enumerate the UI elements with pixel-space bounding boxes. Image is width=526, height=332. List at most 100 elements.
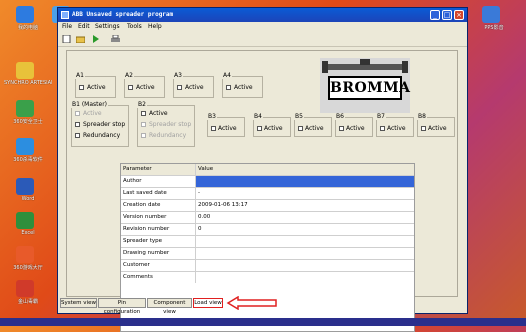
new-file-icon[interactable]	[62, 35, 71, 43]
menu-edit[interactable]: Edit	[78, 23, 90, 30]
app-icon	[16, 62, 34, 79]
desktop-icon[interactable]: 360游戏大厅	[4, 246, 52, 274]
checkbox-b8-active[interactable]	[421, 126, 426, 131]
group-label: B7	[376, 113, 386, 120]
parameter-name: Revision number	[121, 224, 196, 235]
menu-file[interactable]: File	[62, 23, 72, 30]
checkbox-b5-active[interactable]	[298, 126, 303, 131]
parameter-value[interactable]	[196, 272, 414, 283]
logo-wordmark: BROMMA	[328, 76, 410, 100]
checkbox-b1-spreader-stop[interactable]	[75, 122, 80, 127]
desktop-icon[interactable]: 360杀毒软件	[4, 138, 52, 166]
checkbox-label: Active	[185, 84, 204, 91]
tab-pin-configuration[interactable]: Pin configuration	[98, 298, 146, 315]
checkbox-label: Redundancy	[83, 132, 121, 139]
checkbox-a3-active[interactable]	[177, 85, 182, 90]
group-label: B6	[335, 113, 345, 120]
parameter-value[interactable]: 0	[196, 224, 414, 235]
checkbox-b1-redundancy[interactable]	[75, 133, 80, 138]
annotation-arrow-icon	[226, 296, 277, 310]
open-folder-icon[interactable]	[76, 35, 85, 43]
desktop-icon[interactable]: SYNCHRO ARTESIANO	[4, 62, 52, 90]
parameter-name: Spreader type	[121, 236, 196, 247]
checkbox-b1-active[interactable]	[75, 111, 80, 116]
parameter-name: Last saved date	[121, 188, 196, 199]
close-button[interactable]: ×	[454, 10, 464, 20]
desktop-icon[interactable]: 360安全卫士	[4, 100, 52, 128]
table-row[interactable]: Creation date 2009-01-06 13:17	[121, 200, 414, 212]
print-icon[interactable]	[111, 35, 120, 43]
menu-tools[interactable]: Tools	[127, 23, 142, 30]
table-row[interactable]: Drawing number	[121, 248, 414, 260]
desktop-icon[interactable]: Excel	[4, 212, 52, 240]
parameter-value[interactable]: 2009-01-06 13:17	[196, 200, 414, 211]
window-title: ABB Unsaved spreader program	[72, 11, 174, 18]
word-icon	[16, 178, 34, 195]
parameter-value[interactable]	[196, 248, 414, 259]
checkbox-b2-active[interactable]	[141, 111, 146, 116]
desktop-icon[interactable]: PPS影音	[470, 6, 518, 34]
shield-icon	[16, 100, 34, 117]
column-header: Parameter	[121, 164, 196, 175]
table-header: Parameter Value	[121, 164, 414, 176]
menu-help[interactable]: Help	[148, 23, 162, 30]
table-row[interactable]: Last saved date -	[121, 188, 414, 200]
checkbox-a1-active[interactable]	[79, 85, 84, 90]
checkbox-b3-active[interactable]	[211, 126, 216, 131]
tab-load-view[interactable]: Load view	[193, 298, 223, 308]
group-b5: B5 Active	[294, 113, 332, 137]
group-label: A3	[173, 72, 183, 79]
menu-bar: File Edit Settings Tools Help	[58, 22, 467, 32]
checkbox-label: Active	[305, 125, 324, 132]
group-b3: B3 Active	[207, 113, 245, 137]
checkbox-b4-active[interactable]	[257, 126, 262, 131]
checkbox-a2-active[interactable]	[128, 85, 133, 90]
title-bar[interactable]: ABB Unsaved spreader program _ □ ×	[58, 8, 467, 22]
parameter-name: Customer	[121, 260, 196, 271]
checkbox-label: Active	[428, 125, 447, 132]
table-row[interactable]: Version number 0.00	[121, 212, 414, 224]
table-row[interactable]: Author	[121, 176, 414, 188]
parameter-value[interactable]	[196, 236, 414, 247]
checkbox-label: Active	[218, 125, 237, 132]
checkbox-b2-spreader-stop[interactable]	[141, 122, 146, 127]
bromma-logo: BROMMA	[320, 58, 410, 113]
table-row[interactable]: Revision number 0	[121, 224, 414, 236]
parameter-value[interactable]	[196, 260, 414, 271]
menu-settings[interactable]: Settings	[95, 23, 120, 30]
parameter-value[interactable]	[196, 176, 414, 187]
checkbox-label: Active	[264, 125, 283, 132]
group-a4: A4 Active	[222, 72, 263, 98]
group-b4: B4 Active	[253, 113, 291, 137]
minimize-button[interactable]: _	[430, 10, 440, 20]
maximize-button[interactable]: □	[442, 10, 452, 20]
excel-icon	[16, 212, 34, 229]
checkbox-b7-active[interactable]	[380, 126, 385, 131]
checkbox-label: Active	[387, 125, 406, 132]
app-window: ABB Unsaved spreader program _ □ × File …	[57, 7, 468, 332]
media-player-icon	[482, 6, 500, 23]
parameter-name: Version number	[121, 212, 196, 223]
table-row[interactable]: Spreader type	[121, 236, 414, 248]
checkbox-label: Spreader stop	[149, 121, 192, 128]
group-b7: B7 Active	[376, 113, 414, 137]
group-b6: B6 Active	[335, 113, 373, 137]
checkbox-label: Spreader stop	[83, 121, 126, 128]
parameter-value[interactable]: 0.00	[196, 212, 414, 223]
checkbox-a4-active[interactable]	[226, 85, 231, 90]
run-icon[interactable]	[91, 35, 100, 43]
checkbox-label: Active	[346, 125, 365, 132]
checkbox-label: Active	[234, 84, 253, 91]
tab-system-view[interactable]: System view	[60, 298, 97, 308]
checkbox-label: Active	[87, 84, 106, 91]
group-b2: B2 Active Spreader stop Redundancy	[137, 101, 195, 147]
tab-component-view[interactable]: Component view	[147, 298, 192, 315]
desktop-icon[interactable]: Word	[4, 178, 52, 206]
table-row[interactable]: Customer	[121, 260, 414, 272]
spreader-panel: A1 Active A2 Active A3 Active A4 Active …	[66, 50, 458, 332]
checkbox-b2-redundancy[interactable]	[141, 133, 146, 138]
parameter-value[interactable]: -	[196, 188, 414, 199]
checkbox-b6-active[interactable]	[339, 126, 344, 131]
group-label: B3	[207, 113, 217, 120]
desktop-icon[interactable]: 金山毒霸	[4, 280, 52, 308]
